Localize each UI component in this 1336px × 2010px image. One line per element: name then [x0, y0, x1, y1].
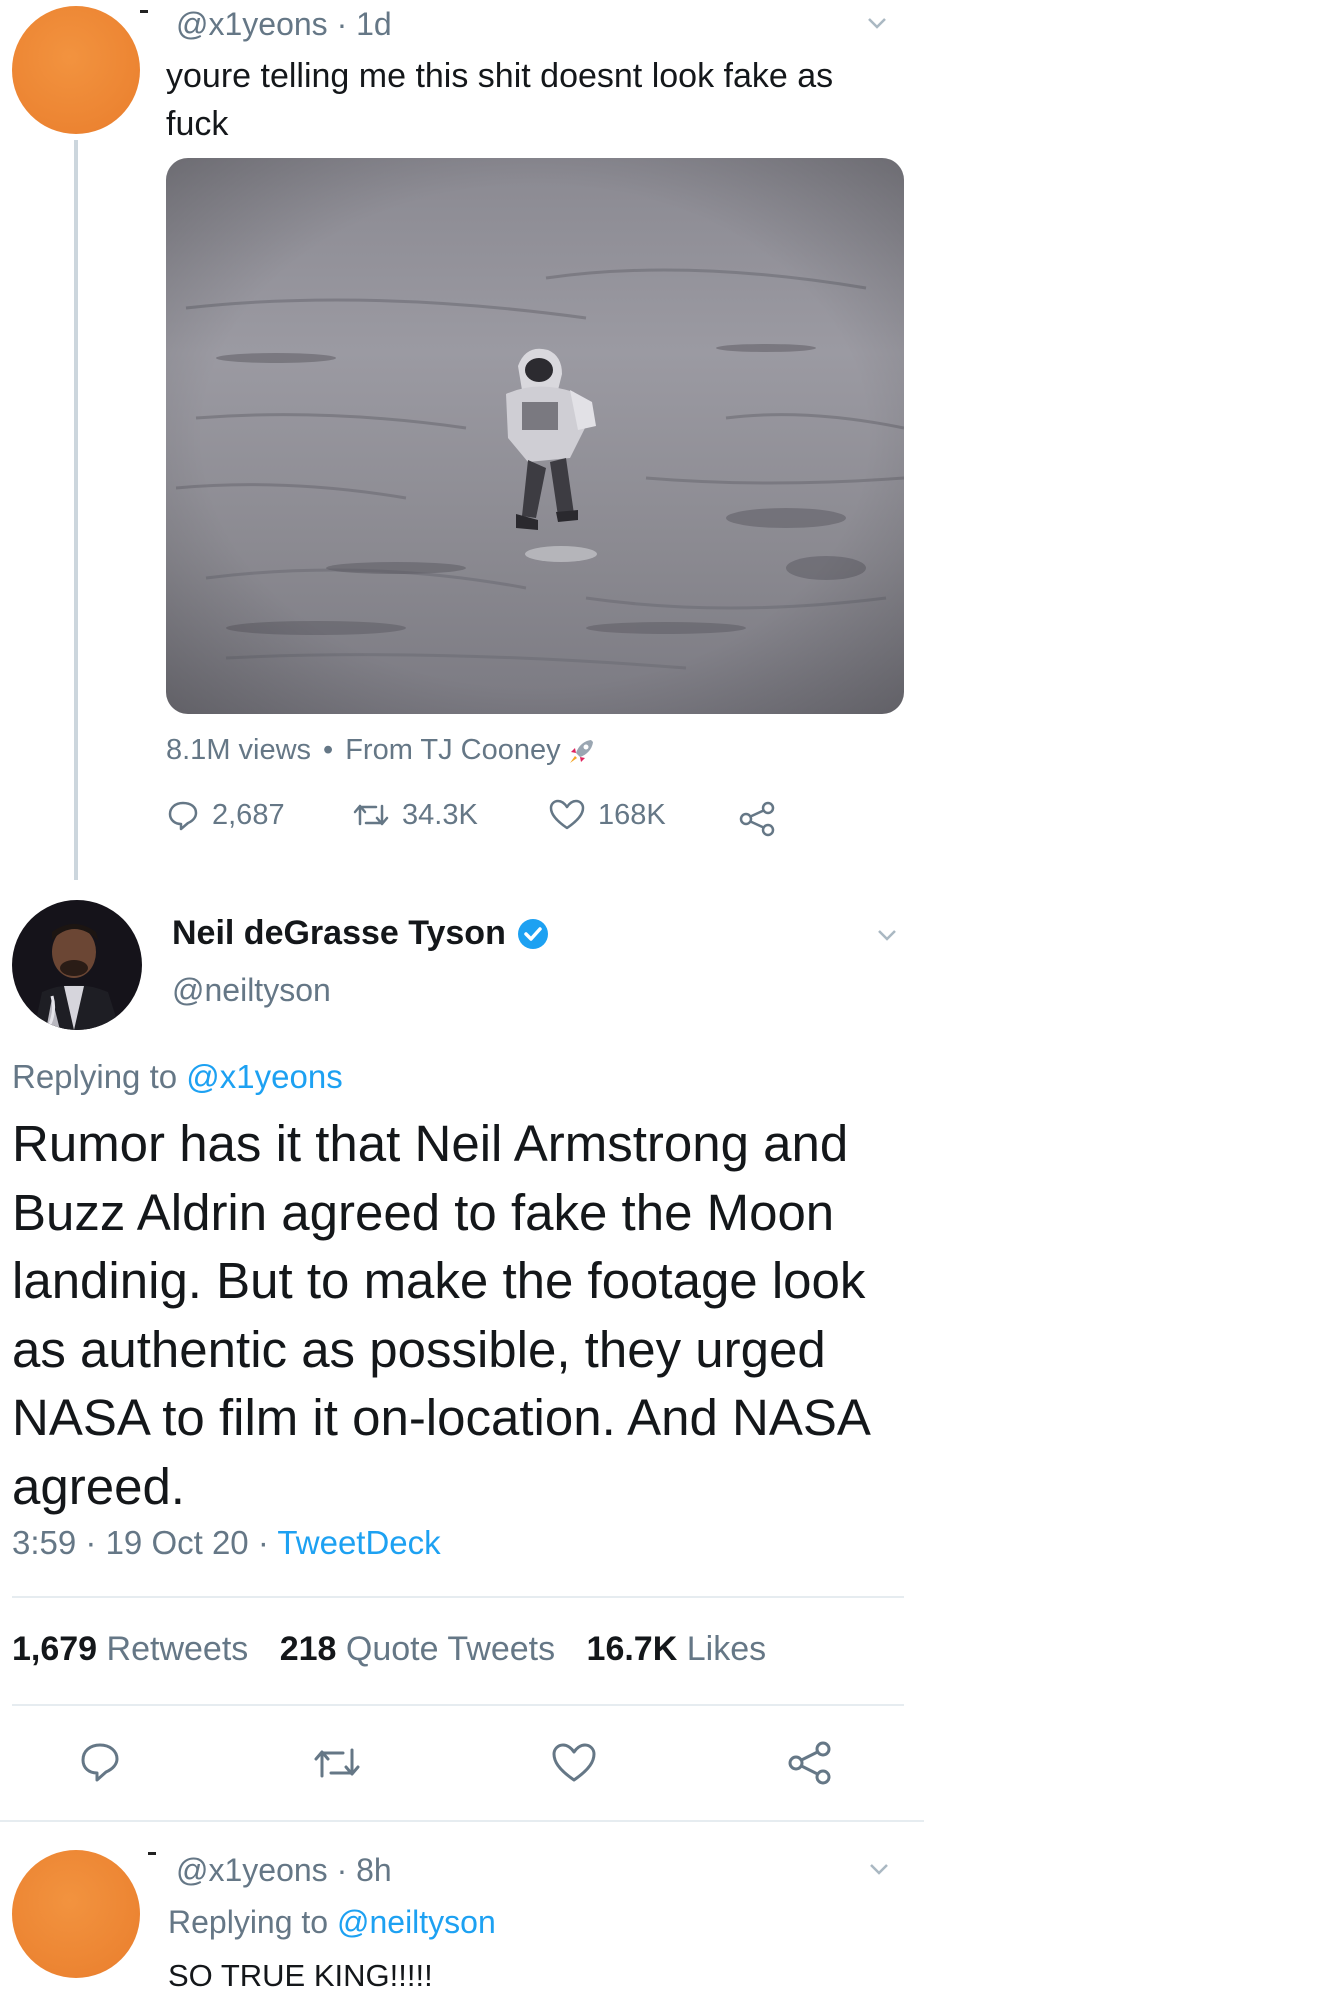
separator: ·	[85, 1524, 97, 1561]
tweet-header: @x1yeons · 8h	[176, 1852, 392, 1889]
divider	[12, 1704, 904, 1706]
date[interactable]: 19 Oct 20	[106, 1524, 249, 1561]
tweet-text: Rumor has it that Neil Armstrong and Buz…	[12, 1115, 869, 1515]
media-source[interactable]: From TJ Cooney	[345, 734, 560, 767]
handle[interactable]: @x1yeons	[176, 1852, 328, 1888]
moon-photo-image	[166, 158, 904, 714]
chevron-down-icon[interactable]	[876, 924, 898, 946]
tweet-media[interactable]	[166, 158, 904, 714]
divider	[0, 1820, 924, 1822]
like-count: 168K	[598, 798, 666, 831]
avatar[interactable]	[12, 6, 140, 134]
mark	[148, 1852, 156, 1855]
heart-icon[interactable]	[550, 1742, 598, 1784]
quote-tweets-count[interactable]: 218 Quote Tweets	[280, 1630, 555, 1668]
rocket-icon	[569, 739, 593, 763]
like-stat[interactable]: 168K	[548, 798, 666, 832]
replying-to-handle[interactable]: @neiltyson	[337, 1904, 496, 1940]
tweet-text: SO TRUE KING!!!!!	[168, 1958, 433, 1993]
retweet-count: 34.3K	[402, 798, 478, 831]
share-icon[interactable]	[738, 800, 778, 838]
retweet-icon[interactable]	[312, 1742, 362, 1784]
replying-to: Replying to @x1yeons	[12, 1058, 343, 1096]
separator: ·	[336, 6, 348, 42]
retweet-icon	[353, 804, 389, 826]
retweet-stat[interactable]: 34.3K	[352, 798, 478, 832]
separator: ·	[336, 1852, 348, 1888]
tweet-header: @x1yeons · 1d	[176, 6, 392, 43]
view-count: 8.1M views	[166, 734, 312, 766]
timestamp[interactable]: 1d	[356, 6, 392, 42]
replying-to-label: Replying to	[12, 1058, 178, 1095]
chevron-down-icon[interactable]	[868, 1858, 890, 1880]
verified-badge-icon	[517, 918, 548, 949]
retweets-count[interactable]: 1,679 Retweets	[12, 1630, 248, 1668]
source-app[interactable]: TweetDeck	[277, 1524, 440, 1561]
bullet: •	[323, 734, 334, 766]
display-name-row[interactable]: Neil deGrasse Tyson	[172, 914, 550, 953]
media-meta: 8.1M views • From TJ Cooney	[166, 734, 597, 767]
replying-to: Replying to @neiltyson	[168, 1904, 496, 1941]
avatar[interactable]	[12, 1850, 140, 1978]
timestamp[interactable]: 8h	[356, 1852, 392, 1888]
thread-line	[74, 140, 78, 880]
chevron-down-icon[interactable]	[866, 12, 888, 34]
reply-stat[interactable]: 2,687	[166, 798, 285, 832]
handle[interactable]: @neiltyson	[172, 972, 331, 1009]
tweet-timestamp: 3:59 · 19 Oct 20 · TweetDeck	[12, 1524, 441, 1562]
heart-icon	[549, 799, 585, 830]
reply-count: 2,687	[212, 798, 285, 831]
divider	[12, 1596, 904, 1598]
separator: ·	[257, 1524, 269, 1561]
share-icon[interactable]	[786, 1740, 834, 1786]
display-name: Neil deGrasse Tyson	[172, 914, 506, 952]
reply-icon[interactable]	[78, 1740, 122, 1784]
tweet-text: youre telling me this shit doesnt look f…	[166, 57, 834, 143]
reply-icon	[168, 801, 198, 831]
replying-to-label: Replying to	[168, 1904, 329, 1940]
engagement-counts: 1,679 Retweets 218 Quote Tweets 16.7K Li…	[12, 1630, 766, 1669]
mark	[140, 10, 148, 13]
avatar[interactable]	[12, 900, 142, 1030]
likes-count[interactable]: 16.7K Likes	[587, 1630, 767, 1668]
avatar-image	[12, 900, 142, 1030]
replying-to-handle[interactable]: @x1yeons	[186, 1058, 342, 1095]
handle[interactable]: @x1yeons	[176, 6, 328, 42]
time[interactable]: 3:59	[12, 1524, 76, 1561]
